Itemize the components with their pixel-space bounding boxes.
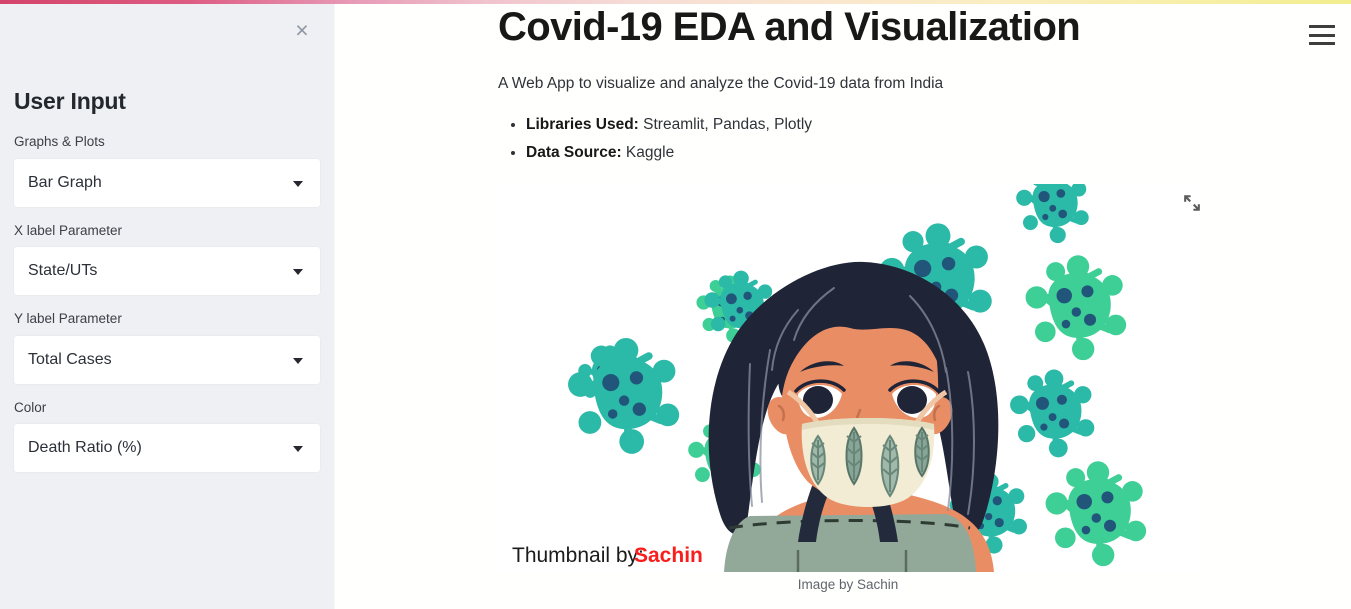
select-y-label-parameter[interactable]: Total Cases	[14, 335, 320, 384]
sidebar-title: User Input	[14, 88, 126, 114]
hero-image-block: Thumbnail by: Sachin Image by Sachin	[498, 184, 1201, 594]
covid-illustration-svg: Thumbnail by: Sachin	[498, 184, 1198, 573]
expand-fullscreen-icon[interactable]	[1183, 194, 1201, 212]
hamburger-bar	[1309, 25, 1335, 28]
field-y-label-parameter: Y label Parameter Total Cases	[14, 310, 320, 384]
select-value-x-label-parameter: State/UTs	[28, 263, 98, 280]
list-item-lead: Libraries Used:	[526, 116, 639, 134]
chevron-down-icon	[293, 269, 303, 276]
field-x-label-parameter: X label Parameter State/UTs	[14, 222, 320, 296]
chevron-down-icon	[293, 180, 303, 187]
image-caption: Image by Sachin	[797, 577, 899, 593]
select-graphs-and-plots[interactable]: Bar Graph	[14, 158, 320, 207]
select-color[interactable]: Death Ratio (%)	[14, 424, 320, 473]
top-accent-gradient-bar	[0, 0, 1351, 4]
page-body: Covid-19 EDA and Visualization A Web App…	[498, 4, 1218, 594]
select-x-label-parameter[interactable]: State/UTs	[14, 247, 320, 296]
covid-illustration: Thumbnail by: Sachin	[498, 184, 1198, 573]
field-graphs-and-plots: Graphs & Plots Bar Graph	[14, 133, 320, 207]
page-subtitle: A Web App to visualize and analyze the C…	[498, 75, 944, 93]
hamburger-bar	[1309, 33, 1335, 37]
select-value-graphs-and-plots: Bar Graph	[28, 174, 102, 191]
field-label-color: Color	[14, 399, 47, 415]
list-item: Data Source: Kaggle	[526, 139, 1218, 167]
info-bullet-list: Libraries Used: Streamlit, Pandas, Plotl…	[498, 111, 1218, 167]
sidebar: × User Input Graphs & Plots Bar Graph X …	[0, 3, 334, 609]
list-item-rest: Kaggle	[621, 144, 675, 162]
thumbnail-credit-prefix: Thumbnail by:	[512, 544, 644, 567]
field-label-graphs-and-plots: Graphs & Plots	[14, 134, 105, 150]
chevron-down-icon	[293, 357, 303, 364]
app-window: × User Input Graphs & Plots Bar Graph X …	[0, 0, 1351, 609]
hamburger-menu-icon[interactable]	[1307, 22, 1337, 48]
field-color: Color Death Ratio (%)	[14, 399, 320, 473]
select-value-y-label-parameter: Total Cases	[28, 351, 112, 368]
select-value-color: Death Ratio (%)	[28, 440, 142, 457]
list-item-lead: Data Source:	[526, 144, 622, 162]
list-item-rest: Streamlit, Pandas, Plotly	[638, 116, 813, 134]
close-icon[interactable]: ×	[287, 15, 317, 45]
page-title: Covid-19 EDA and Visualization	[498, 5, 1081, 49]
list-item: Libraries Used: Streamlit, Pandas, Plotl…	[526, 111, 1218, 139]
main-content-area: Covid-19 EDA and Visualization A Web App…	[334, 4, 1351, 609]
thumbnail-credit-name: Sachin	[634, 544, 703, 567]
chevron-down-icon	[293, 446, 303, 453]
field-label-y-label-parameter: Y label Parameter	[14, 311, 122, 327]
hamburger-bar	[1309, 42, 1335, 45]
field-label-x-label-parameter: X label Parameter	[14, 222, 123, 238]
sidebar-content: User Input Graphs & Plots Bar Graph X la…	[0, 88, 334, 487]
